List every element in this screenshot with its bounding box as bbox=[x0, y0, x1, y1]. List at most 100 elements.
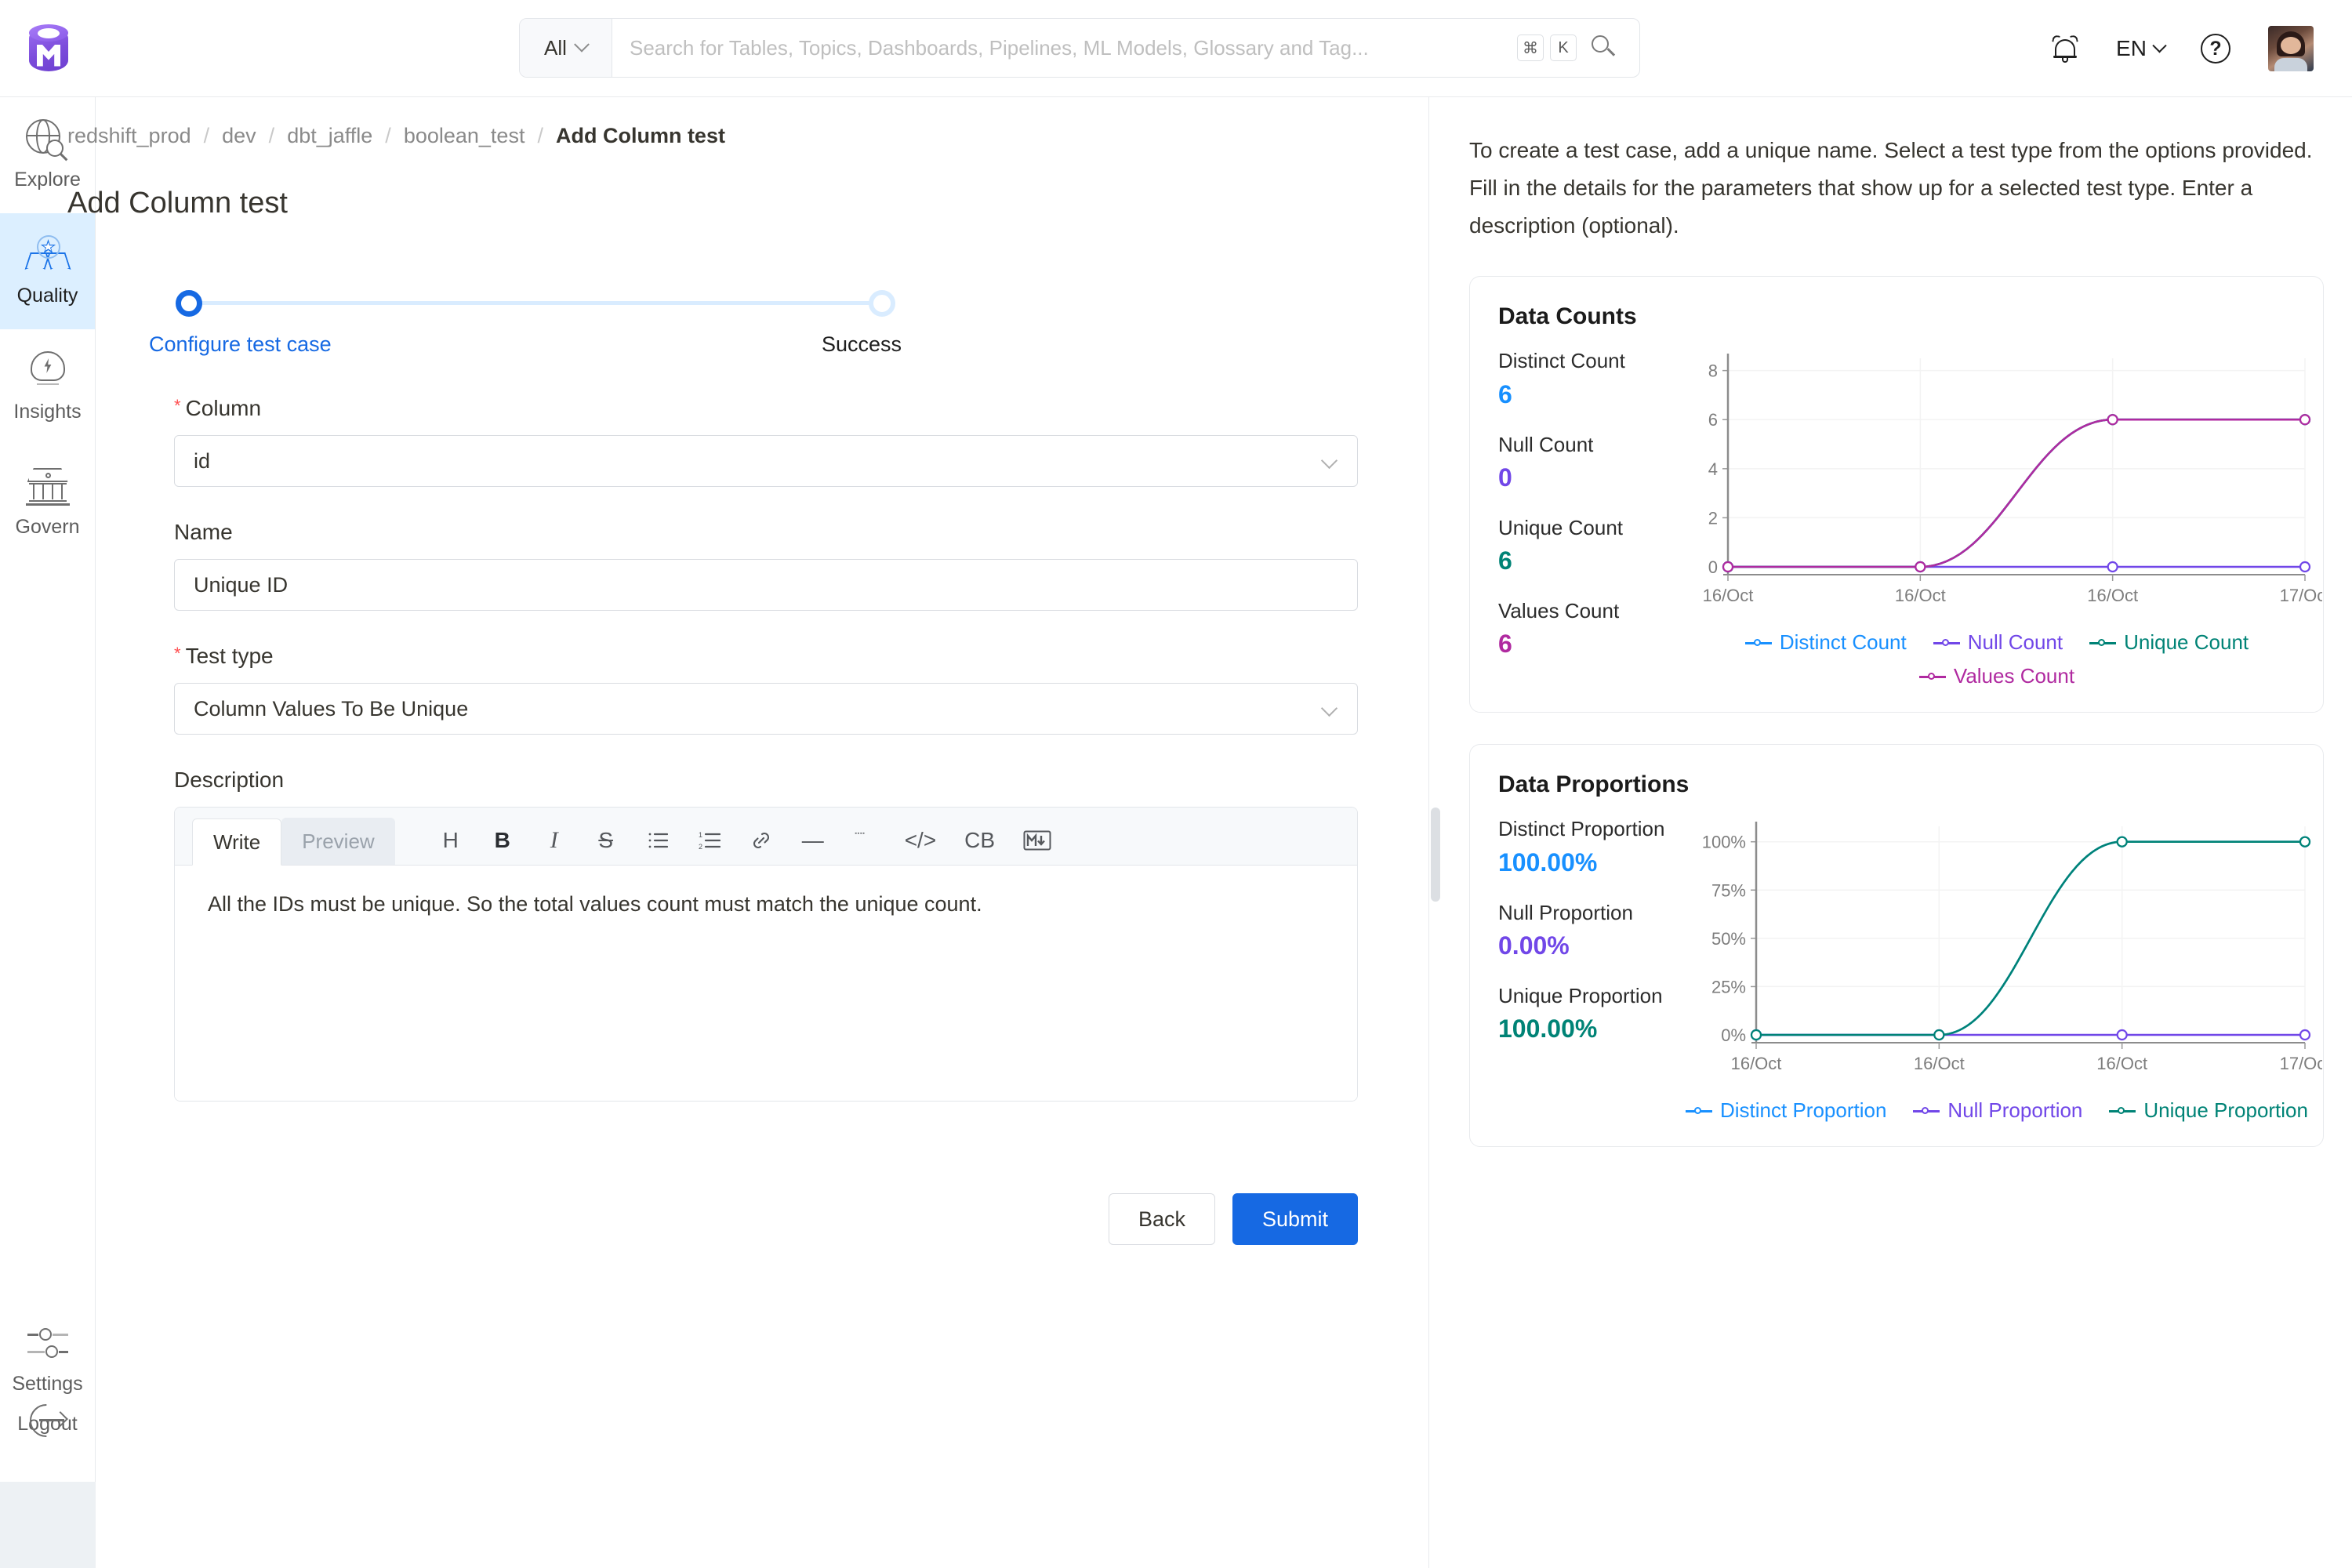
data-proportions-stats: Distinct Proportion 100.00% Null Proport… bbox=[1498, 815, 1667, 1123]
stat-distinct-proportion: Distinct Proportion 100.00% bbox=[1498, 815, 1667, 877]
legend-unique-count[interactable]: Unique Count bbox=[2089, 630, 2249, 655]
svg-text:6: 6 bbox=[1708, 411, 1718, 430]
test-type-field-label: * Test type bbox=[174, 644, 274, 668]
shortcut-cmd-key: ⌘ bbox=[1517, 34, 1544, 61]
legend-label: Null Count bbox=[1967, 630, 2063, 655]
description-editor-toolbar: Write Preview H B I S 1 2 — ““ </> CB bbox=[175, 808, 1357, 866]
submit-button[interactable]: Submit bbox=[1232, 1193, 1358, 1245]
data-counts-chart: 0 2 4 6 8 16/Oct 16/Oct 16/Oct 17/Oct Distinct C… bbox=[1671, 347, 2330, 688]
app-header: All Search for Tables, Topics, Dashboard… bbox=[0, 0, 2352, 97]
breadcrumb-item-service[interactable]: redshift_prod bbox=[67, 124, 191, 148]
name-input[interactable]: Unique ID bbox=[174, 559, 1358, 611]
breadcrumb-separator: / bbox=[537, 124, 543, 147]
svg-text:17/Oct: 17/Oct bbox=[2280, 1054, 2322, 1073]
app-logo[interactable] bbox=[0, 23, 97, 74]
breadcrumb-item-table[interactable]: boolean_test bbox=[404, 124, 525, 148]
code-icon[interactable]: </> bbox=[905, 827, 936, 854]
user-profile-button[interactable] bbox=[2253, 0, 2328, 97]
breadcrumb-separator: / bbox=[385, 124, 391, 147]
card-title: Data Counts bbox=[1498, 303, 1637, 330]
language-selector[interactable]: EN bbox=[2103, 0, 2178, 97]
heading-icon[interactable]: H bbox=[439, 827, 463, 854]
stepper-dot-configure[interactable] bbox=[176, 290, 202, 317]
legend-null-proportion[interactable]: Null Proportion bbox=[1913, 1098, 2082, 1123]
legend-null-count[interactable]: Null Count bbox=[1933, 630, 2063, 655]
name-input-value: Unique ID bbox=[194, 572, 289, 597]
bold-icon[interactable]: B bbox=[491, 827, 514, 854]
svg-text:8: 8 bbox=[1708, 361, 1718, 381]
bell-icon bbox=[2052, 34, 2078, 64]
legend-unique-proportion[interactable]: Unique Proportion bbox=[2109, 1098, 2308, 1123]
stepper-label-configure[interactable]: Configure test case bbox=[149, 332, 332, 357]
sidebar-item-quality[interactable]: Quality bbox=[0, 213, 95, 329]
breadcrumb-item-database[interactable]: dev bbox=[222, 124, 256, 148]
form-actions: Back Submit bbox=[174, 1193, 1358, 1245]
insights-bulb-icon bbox=[27, 351, 68, 390]
description-editor-content[interactable]: All the IDs must be unique. So the total… bbox=[175, 866, 1357, 1101]
stat-label: Values Count bbox=[1498, 598, 1620, 622]
test-type-select-value: Column Values To Be Unique bbox=[194, 696, 469, 720]
sidebar-item-label: Insights bbox=[13, 401, 82, 423]
legend-values-count[interactable]: Values Count bbox=[1918, 664, 2074, 688]
markdown-icon[interactable] bbox=[1023, 827, 1051, 854]
help-question-icon: ? bbox=[2201, 34, 2230, 64]
data-proportions-chart: 0%25%50%75%100%16/Oct16/Oct16/Oct17/Oct … bbox=[1671, 815, 2330, 1123]
stat-label: Unique Count bbox=[1498, 515, 1623, 539]
panel-divider bbox=[1428, 97, 1429, 1568]
search-input[interactable]: Search for Tables, Topics, Dashboards, P… bbox=[630, 36, 1511, 60]
italic-icon[interactable]: I bbox=[543, 827, 566, 854]
stat-value: 6 bbox=[1498, 379, 1512, 408]
legend-label: Null Proportion bbox=[1947, 1098, 2083, 1123]
blockquote-icon[interactable]: ““ bbox=[853, 827, 877, 854]
breadcrumb-separator: / bbox=[203, 124, 210, 147]
tab-preview[interactable]: Preview bbox=[281, 818, 395, 865]
svg-text:25%: 25% bbox=[1711, 978, 1746, 997]
strikethrough-icon[interactable]: S bbox=[594, 827, 618, 854]
legend-marker-icon bbox=[1918, 671, 1946, 682]
search-icon[interactable] bbox=[1591, 34, 1617, 61]
stat-null-proportion: Null Proportion 0.00% bbox=[1498, 899, 1667, 960]
code-block-icon[interactable]: CB bbox=[964, 827, 995, 854]
legend-label: Distinct Count bbox=[1779, 630, 1907, 655]
test-type-select[interactable]: Column Values To Be Unique bbox=[174, 683, 1358, 735]
legend-marker-icon bbox=[1686, 1105, 1712, 1116]
language-label: EN bbox=[2116, 36, 2147, 60]
sidebar-item-label: Govern bbox=[15, 516, 80, 538]
column-select[interactable]: id bbox=[174, 435, 1358, 487]
stepper-connector bbox=[183, 301, 878, 305]
link-icon[interactable] bbox=[750, 827, 773, 854]
ordered-list-icon[interactable]: 1 2 bbox=[698, 827, 721, 854]
svg-text:16/Oct: 16/Oct bbox=[1914, 1054, 1965, 1073]
legend-marker-icon bbox=[1744, 637, 1772, 648]
required-asterisk: * bbox=[174, 396, 181, 416]
notifications-button[interactable] bbox=[2027, 0, 2103, 97]
main-scrollbar[interactable] bbox=[1431, 808, 1440, 902]
column-field-label: * Column bbox=[174, 396, 262, 420]
legend-marker-icon bbox=[1933, 637, 1960, 648]
sidebar-item-settings[interactable]: Settings bbox=[0, 1303, 95, 1419]
column-select-value: id bbox=[194, 448, 211, 473]
stat-value: 0 bbox=[1498, 463, 1512, 492]
svg-text:16/Oct: 16/Oct bbox=[1731, 1054, 1782, 1073]
tab-write[interactable]: Write bbox=[192, 818, 282, 866]
stepper-dot-success bbox=[869, 290, 895, 317]
chevron-down-icon bbox=[1320, 699, 1338, 717]
horizontal-rule-icon[interactable]: — bbox=[801, 827, 825, 854]
legend-distinct-proportion[interactable]: Distinct Proportion bbox=[1686, 1098, 1886, 1123]
global-search-bar[interactable]: All Search for Tables, Topics, Dashboard… bbox=[519, 18, 1640, 78]
breadcrumb-item-schema[interactable]: dbt_jaffle bbox=[287, 124, 372, 148]
svg-text:17/Oct: 17/Oct bbox=[2280, 586, 2322, 605]
search-category-dropdown[interactable]: All bbox=[520, 19, 612, 77]
sidebar-item-govern[interactable]: Govern bbox=[0, 445, 95, 561]
stat-label: Null Count bbox=[1498, 432, 1594, 456]
sidebar-item-insights[interactable]: Insights bbox=[0, 329, 95, 445]
bullet-list-icon[interactable] bbox=[646, 827, 670, 854]
back-button[interactable]: Back bbox=[1109, 1193, 1215, 1245]
help-button[interactable]: ? bbox=[2178, 0, 2253, 97]
data-proportions-line-chart: 0% 25% 50% 75% 100% 16/Oct 16/Oct 16/Oct 17/Oct bbox=[1702, 822, 2330, 1073]
test-case-form: * Column id Name Unique ID * Test type Col… bbox=[174, 396, 1358, 1102]
legend-distinct-count[interactable]: Distinct Count bbox=[1744, 630, 1907, 655]
svg-text:16/Oct: 16/Oct bbox=[1895, 586, 1946, 605]
shortcut-k-key: K bbox=[1550, 34, 1577, 61]
